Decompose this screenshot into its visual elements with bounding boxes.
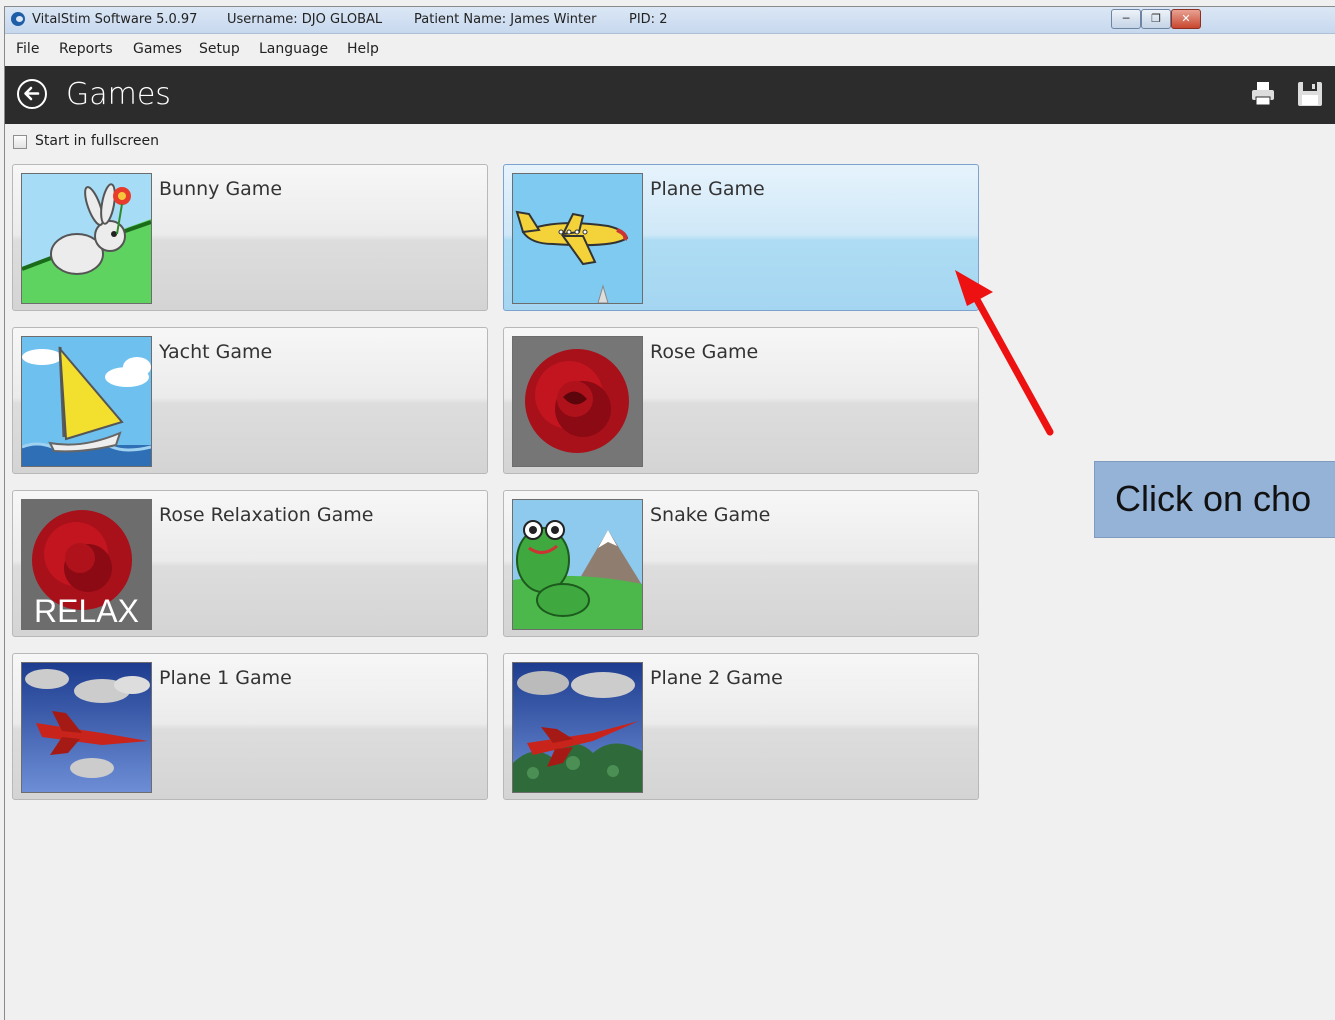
- annotation-arrow-icon: [955, 270, 1054, 436]
- game-title: Yacht Game: [159, 341, 273, 363]
- fullscreen-label: Start in fullscreen: [35, 133, 159, 149]
- page-header: Games: [5, 66, 1335, 124]
- menu-games[interactable]: Games: [133, 41, 182, 57]
- print-icon[interactable]: [1248, 79, 1278, 109]
- app-title: VitalStim Software 5.0.97: [32, 12, 198, 27]
- menu-file[interactable]: File: [16, 41, 39, 57]
- game-tile-rose[interactable]: Rose Game: [503, 327, 979, 474]
- restore-icon[interactable]: ❐: [1141, 9, 1171, 29]
- game-tile-bunny[interactable]: Bunny Game: [12, 164, 488, 311]
- patient-name-label: Patient Name: James Winter: [414, 12, 597, 27]
- game-title: Snake Game: [650, 504, 771, 526]
- game-tile-yacht[interactable]: Yacht Game: [12, 327, 488, 474]
- menu-help[interactable]: Help: [347, 41, 379, 57]
- game-title: Rose Game: [650, 341, 759, 363]
- yacht-thumbnail: [21, 336, 152, 467]
- game-title: Plane Game: [650, 178, 765, 200]
- plane-thumbnail: [512, 173, 643, 304]
- jet-thumbnail: [21, 662, 152, 793]
- username-label: Username: DJO GLOBAL: [227, 12, 383, 27]
- game-title: Plane 2 Game: [650, 667, 783, 689]
- app-window: VitalStim Software 5.0.97 Username: DJO …: [4, 6, 1335, 1020]
- game-title: Plane 1 Game: [159, 667, 292, 689]
- game-tile-plane[interactable]: Plane Game: [503, 164, 979, 311]
- bunny-thumbnail: [21, 173, 152, 304]
- relax-text: RELAX: [34, 593, 139, 629]
- jet-forest-thumbnail: [512, 662, 643, 793]
- rose-thumbnail: [512, 336, 643, 467]
- page-title: Games: [66, 77, 171, 112]
- game-tile-snake[interactable]: Snake Game: [503, 490, 979, 637]
- menu-language[interactable]: Language: [259, 41, 328, 57]
- close-icon[interactable]: ✕: [1171, 9, 1201, 29]
- menu-setup[interactable]: Setup: [199, 41, 240, 57]
- rose-relax-thumbnail: RELAX: [21, 499, 152, 630]
- menu-reports[interactable]: Reports: [59, 41, 113, 57]
- game-tile-plane-2[interactable]: Plane 2 Game: [503, 653, 979, 800]
- minimize-icon[interactable]: ─: [1111, 9, 1141, 29]
- back-arrow-icon[interactable]: [17, 79, 47, 109]
- save-icon[interactable]: [1295, 79, 1325, 109]
- game-title: Bunny Game: [159, 178, 283, 200]
- annotation-callout: Click on cho: [1094, 461, 1335, 538]
- snake-thumbnail: [512, 499, 643, 630]
- menu-bar: File Reports Games Setup Language Help: [5, 34, 1335, 66]
- game-tile-plane-1[interactable]: Plane 1 Game: [12, 653, 488, 800]
- app-icon: [11, 12, 25, 26]
- game-tile-rose-relaxation[interactable]: RELAX Rose Relaxation Game: [12, 490, 488, 637]
- fullscreen-checkbox[interactable]: [13, 135, 27, 149]
- callout-text: Click on cho: [1115, 478, 1312, 519]
- title-bar: VitalStim Software 5.0.97 Username: DJO …: [5, 7, 1335, 34]
- game-title: Rose Relaxation Game: [159, 504, 374, 526]
- window-controls: ─ ❐ ✕: [1111, 9, 1335, 29]
- pid-label: PID: 2: [629, 12, 668, 27]
